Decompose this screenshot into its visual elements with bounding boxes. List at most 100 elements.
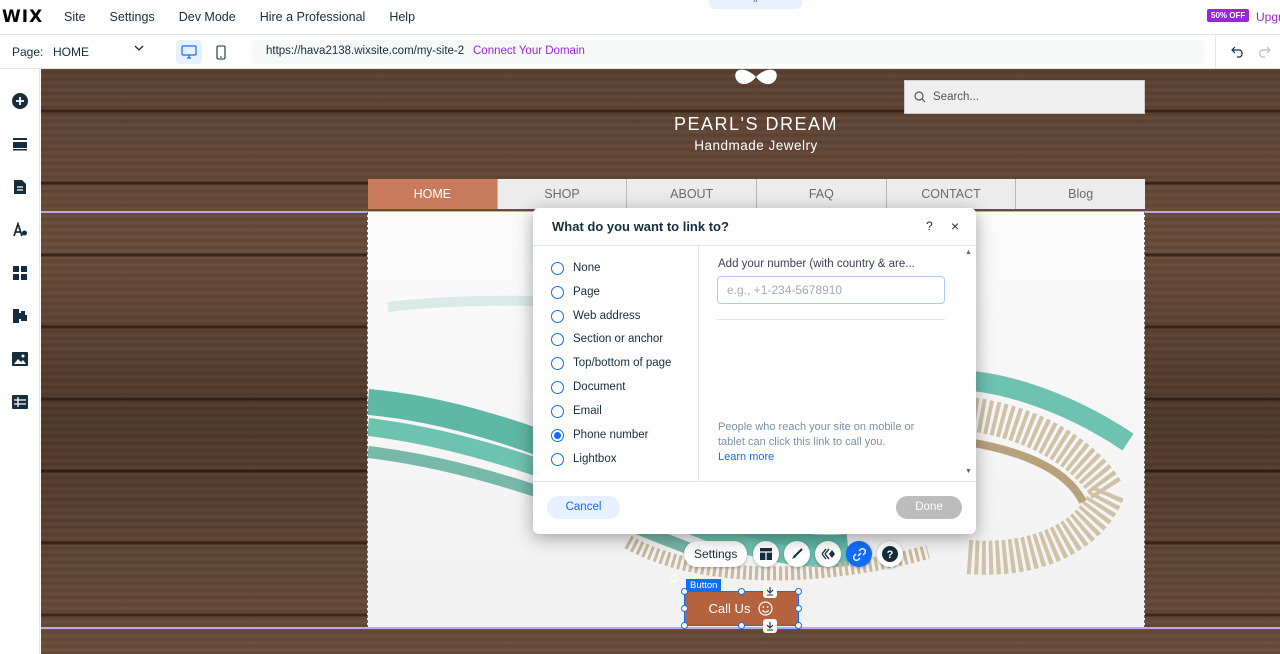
chevron-down-icon[interactable] [134, 43, 144, 56]
option-label: Page [573, 286, 600, 298]
mobile-view-button[interactable] [210, 40, 232, 64]
radio-button[interactable] [551, 285, 564, 299]
close-icon[interactable]: × [951, 218, 959, 234]
call-us-button[interactable]: Call Us [684, 591, 799, 626]
nav-item-about[interactable]: ABOUT [627, 179, 758, 209]
menu-help[interactable]: Help [389, 10, 415, 24]
rotate-handle-icon[interactable] [668, 573, 679, 587]
nav-item-blog[interactable]: Blog [1016, 179, 1146, 209]
divider [533, 481, 976, 482]
option-top-bottom[interactable]: Top/bottom of page [551, 354, 671, 372]
element-toolbar: Settings ? [684, 541, 908, 567]
stretch-up-icon[interactable] [763, 584, 777, 598]
brush-icon [792, 548, 804, 559]
radio-button[interactable] [551, 332, 564, 346]
radio-button-selected[interactable] [551, 428, 564, 442]
option-label: Section or anchor [573, 333, 664, 345]
option-phone-number[interactable]: Phone number [551, 426, 648, 444]
menu-hire-professional[interactable]: Hire a Professional [260, 10, 366, 24]
option-web-address[interactable]: Web address [551, 307, 641, 325]
design-icon[interactable] [7, 217, 33, 243]
redo-icon[interactable] [1257, 44, 1271, 63]
option-label: Top/bottom of page [573, 357, 672, 369]
stretch-down-icon[interactable] [763, 619, 777, 633]
phone-field-label: Add your number (with country & are... [718, 258, 915, 270]
learn-more-link[interactable]: Learn more [718, 451, 774, 463]
resize-handle[interactable] [795, 622, 802, 629]
scroll-down-arrow-icon[interactable]: ▼ [965, 468, 972, 475]
site-nav-menu[interactable]: HOME SHOP ABOUT FAQ CONTACT Blog [368, 179, 1146, 209]
desktop-view-button[interactable] [176, 40, 202, 64]
radio-button[interactable] [551, 356, 564, 370]
apps-icon[interactable] [7, 260, 33, 286]
site-url-field[interactable]: https://hava2138.wixsite.com/my-site-2 C… [252, 40, 1204, 64]
help-icon[interactable]: ? [926, 219, 933, 233]
pages-icon[interactable] [7, 174, 33, 200]
link-dialog: What do you want to link to? ? × None Pa… [533, 208, 976, 534]
upgrade-link[interactable]: Upgr [1256, 10, 1280, 24]
menu-settings[interactable]: Settings [110, 10, 155, 24]
cancel-button[interactable]: Cancel [547, 496, 620, 519]
done-button[interactable]: Done [896, 496, 962, 519]
media-icon[interactable] [7, 346, 33, 372]
site-subtitle[interactable]: Handmade Jewelry [641, 138, 871, 153]
nav-item-contact[interactable]: CONTACT [886, 179, 1017, 209]
radio-button[interactable] [551, 309, 564, 323]
nav-item-home[interactable]: HOME [368, 179, 498, 209]
option-label: Phone number [573, 429, 649, 441]
resize-handle[interactable] [681, 622, 688, 629]
option-none[interactable]: None [551, 259, 601, 277]
site-logo-mark [735, 69, 777, 89]
option-label: Email [573, 405, 602, 417]
top-menu-bar: WIX Site Settings Dev Mode Hire a Profes… [0, 0, 1280, 34]
business-apps-icon[interactable] [7, 303, 33, 329]
phone-number-input[interactable] [717, 276, 945, 304]
wix-logo[interactable]: WIX [2, 7, 64, 27]
search-icon [914, 91, 926, 103]
resize-handle[interactable] [795, 588, 802, 595]
phone-hint-text: People who reach your site on mobile or … [718, 421, 915, 448]
resize-handle[interactable] [795, 605, 802, 612]
animation-button[interactable] [815, 541, 842, 567]
svg-text:?: ? [887, 549, 894, 561]
design-button[interactable] [784, 541, 811, 567]
divider [1215, 35, 1216, 69]
option-email[interactable]: Email [551, 402, 602, 420]
resize-handle[interactable] [738, 588, 745, 595]
divider [698, 246, 699, 481]
scroll-up-arrow-icon[interactable]: ▲ [965, 249, 972, 256]
radio-button[interactable] [551, 452, 564, 466]
resize-handle[interactable] [738, 622, 745, 629]
menu-site[interactable]: Site [64, 10, 86, 24]
collapse-toolbar-tab[interactable]: ^ [709, 0, 802, 9]
radio-button[interactable] [551, 404, 564, 418]
chevron-up-icon: ^ [753, 0, 758, 7]
option-document[interactable]: Document [551, 378, 625, 396]
nav-item-shop[interactable]: SHOP [497, 179, 628, 209]
sections-icon[interactable] [7, 131, 33, 157]
option-lightbox[interactable]: Lightbox [551, 450, 616, 468]
radio-button[interactable] [551, 380, 564, 394]
site-url: https://hava2138.wixsite.com/my-site-2 [266, 45, 465, 57]
resize-handle[interactable] [681, 588, 688, 595]
undo-icon[interactable] [1231, 44, 1245, 63]
help-button[interactable]: ? [877, 541, 904, 567]
option-page[interactable]: Page [551, 283, 600, 301]
page-selector[interactable]: HOME [53, 45, 89, 59]
dialog-title: What do you want to link to? [552, 219, 729, 234]
cms-icon[interactable] [7, 389, 33, 415]
resize-handle[interactable] [681, 605, 688, 612]
connect-domain-link[interactable]: Connect Your Domain [473, 45, 585, 57]
link-button[interactable] [846, 541, 873, 567]
menu-dev-mode[interactable]: Dev Mode [179, 10, 236, 24]
site-title[interactable]: PEARL'S DREAM [641, 114, 871, 135]
mobile-icon [216, 44, 226, 60]
layout-button[interactable] [753, 541, 780, 567]
site-search-box[interactable]: Search... [904, 80, 1145, 114]
radio-button[interactable] [551, 261, 564, 275]
settings-button[interactable]: Settings [684, 541, 748, 567]
option-section-anchor[interactable]: Section or anchor [551, 330, 663, 348]
promo-badge: 50% OFF [1207, 9, 1250, 22]
add-elements-icon[interactable] [7, 88, 33, 114]
nav-item-faq[interactable]: FAQ [757, 179, 887, 209]
